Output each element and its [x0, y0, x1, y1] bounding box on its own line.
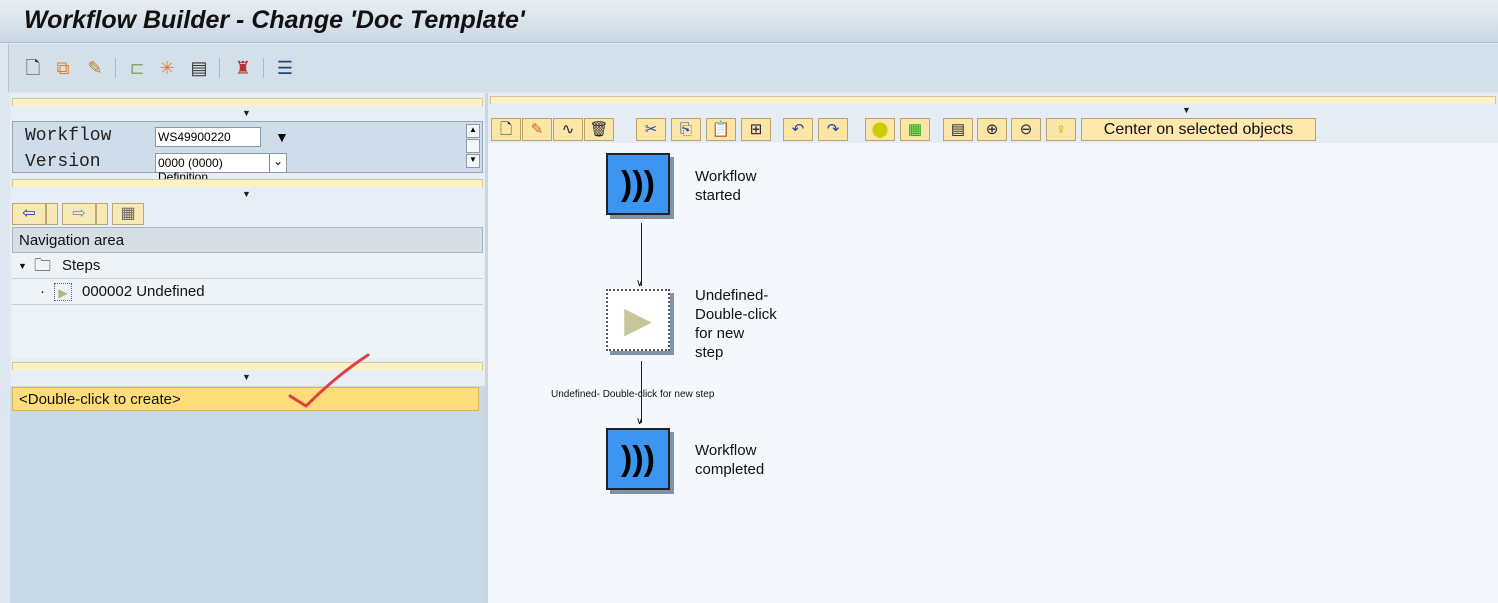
- edit-pencil-icon[interactable]: ✎: [83, 56, 107, 80]
- undefined-step-icon: ▶: [54, 283, 72, 301]
- window-title: Workflow Builder - Change 'Doc Template': [24, 6, 525, 34]
- edge-label[interactable]: Undefined- Double-click for new step: [551, 389, 714, 400]
- play-triangle-icon: ▶: [624, 299, 652, 340]
- edit-icon[interactable]: ✎: [522, 118, 552, 141]
- layout-icon[interactable]: ▦: [900, 118, 930, 141]
- list-view-icon[interactable]: ☰: [273, 56, 297, 80]
- collapse-arrow-icon[interactable]: ▼: [242, 189, 251, 199]
- workflow-label: Workflow: [25, 126, 112, 146]
- back-menu-button[interactable]: [46, 203, 58, 225]
- tree-item[interactable]: · ▶ 000002 Undefined: [12, 279, 483, 305]
- bucket-icon[interactable]: ⬤: [865, 118, 895, 141]
- dropdown-arrow-icon[interactable]: ▼: [275, 129, 289, 145]
- version-label: Version: [25, 152, 101, 172]
- red-checkmark-annotation: [288, 353, 370, 408]
- copy-icon[interactable]: ⧉: [51, 56, 75, 80]
- event-icon: ))): [621, 439, 655, 478]
- new-icon[interactable]: 🗋: [491, 118, 521, 141]
- event-icon: ))): [621, 164, 655, 203]
- folder-icon: 🗀: [34, 256, 51, 275]
- expand-icon[interactable]: ▼: [18, 253, 27, 279]
- left-panel: ▼ Workflow WS49900220 ▼ Version 0000 (00…: [10, 93, 485, 603]
- forward-arrow-icon[interactable]: ⇨: [62, 203, 96, 225]
- delete-icon[interactable]: 🗑: [584, 118, 614, 141]
- navigation-area-header: Navigation area: [12, 227, 483, 253]
- undo-icon[interactable]: ↶: [783, 118, 813, 141]
- graphic-panel: ▼ 🗋 ✎ ∿ 🗑 ✂ ⎘ 📋 ⊞ ↶ ↷ ⬤ ▦ ▤ ⊕ ⊖ ♀ Center…: [488, 93, 1498, 603]
- graphic-toolbar: ▼ 🗋 ✎ ∿ 🗑 ✂ ⎘ 📋 ⊞ ↶ ↷ ⬤ ▦ ▤ ⊕ ⊖ ♀ Center…: [488, 93, 1498, 143]
- back-arrow-icon[interactable]: ⇦: [12, 203, 46, 225]
- objects-panel: ▼: [10, 362, 485, 603]
- title-bar: Workflow Builder - Change 'Doc Template': [0, 0, 1498, 43]
- arrow-head-icon: ∨: [636, 416, 644, 427]
- display-icon[interactable]: ▤: [187, 56, 211, 80]
- copy-icon[interactable]: ⎘: [671, 118, 701, 141]
- node-label: Workflow started: [695, 168, 757, 204]
- node-label: Undefined- Double-click for new step: [695, 287, 777, 361]
- center-on-selected-objects-button[interactable]: Center on selected objects: [1081, 118, 1316, 141]
- paste-icon[interactable]: 📋: [706, 118, 736, 141]
- arrow-head-icon: ∨: [636, 278, 644, 289]
- new-document-icon[interactable]: 🗋: [21, 56, 45, 80]
- align-icon[interactable]: ▤: [943, 118, 973, 141]
- connect-icon[interactable]: ∿: [553, 118, 583, 141]
- redo-icon[interactable]: ↷: [818, 118, 848, 141]
- navigation-tree: ▼ 🗀 Steps · ▶ 000002 Undefined: [12, 253, 483, 358]
- node-label: Workflow completed: [695, 442, 765, 478]
- user-icon[interactable]: ♀: [1046, 118, 1076, 141]
- edge-line: [641, 223, 642, 286]
- overview-icon[interactable]: ▦: [112, 203, 144, 225]
- forward-menu-button[interactable]: [96, 203, 108, 225]
- cut-icon[interactable]: ✂: [636, 118, 666, 141]
- scrollbar[interactable]: ▲ ▼: [466, 124, 480, 170]
- hat-icon[interactable]: ♜: [231, 56, 255, 80]
- zoom-in-icon[interactable]: ⊕: [977, 118, 1007, 141]
- main-toolbar: 🗋 ⧉ ✎ ⊏ ✳ ▤ ♜ ☰: [8, 44, 1498, 92]
- collapse-arrow-icon[interactable]: ▼: [1182, 105, 1191, 115]
- structure-icon[interactable]: ⊏: [125, 56, 149, 80]
- panel-header-bar: [12, 362, 483, 370]
- chevron-down-icon[interactable]: ⌄: [269, 154, 286, 172]
- tree-folder-steps[interactable]: ▼ 🗀 Steps: [12, 253, 483, 279]
- event-node-completed[interactable]: ))): [606, 428, 670, 490]
- tree-item-label: 000002 Undefined: [82, 283, 205, 300]
- panel-header-bar: [12, 179, 483, 187]
- collapse-arrow-icon[interactable]: ▼: [242, 108, 251, 118]
- folder-label: Steps: [62, 257, 101, 274]
- zoom-out-icon[interactable]: ⊖: [1011, 118, 1041, 141]
- version-select[interactable]: 0000 (0000) Definition ⌄: [155, 153, 287, 184]
- undefined-step-node[interactable]: ▶: [606, 289, 670, 351]
- panel-header-bar: [12, 98, 483, 106]
- event-node-started[interactable]: ))): [606, 153, 670, 215]
- workflow-input[interactable]: WS49900220: [155, 127, 261, 147]
- insert-block-icon[interactable]: ⊞: [741, 118, 771, 141]
- double-click-to-create[interactable]: <Double-click to create>: [12, 387, 479, 411]
- collapse-arrow-icon[interactable]: ▼: [242, 372, 251, 382]
- magic-wand-icon[interactable]: ✳: [155, 56, 179, 80]
- workflow-form: Workflow WS49900220 ▼ Version 0000 (0000…: [12, 121, 483, 184]
